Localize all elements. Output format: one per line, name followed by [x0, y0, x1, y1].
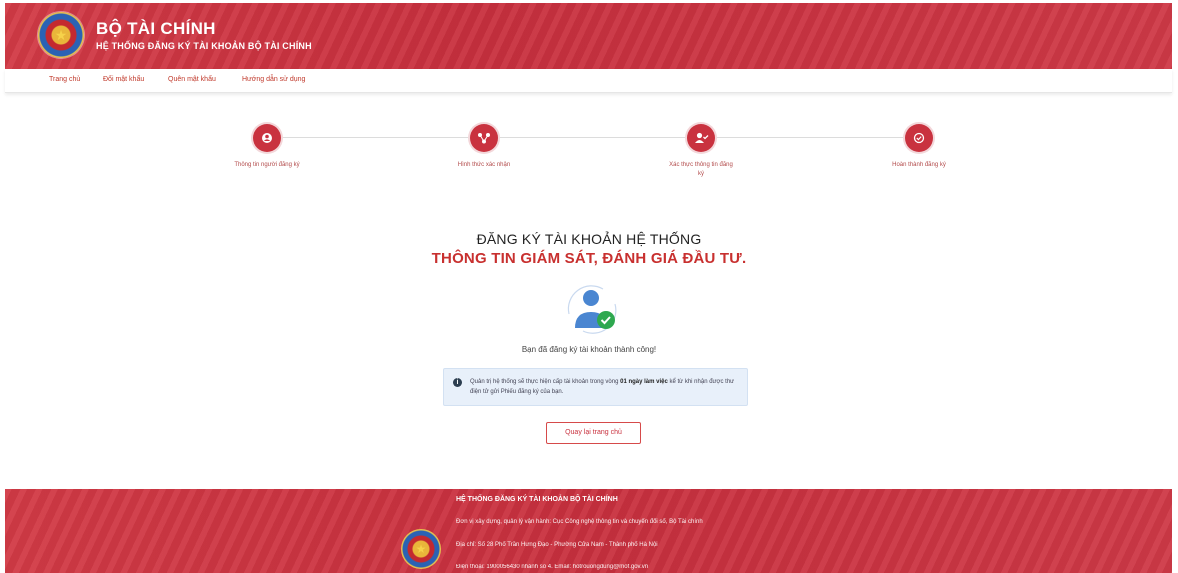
site-footer: ★ HỆ THỐNG ĐĂNG KÝ TÀI KHOẢN BỘ TÀI CHÍN… [5, 489, 1172, 573]
notice-text: Quản trị hệ thống sẽ thực hiện cấp tài k… [470, 379, 735, 395]
footer-address: Địa chỉ: Số 28 Phố Trần Hưng Đạo - Phườn… [456, 542, 658, 548]
share-icon [470, 124, 498, 152]
info-notice: i Quản trị hệ thống sẽ thực hiện cấp tài… [443, 368, 748, 406]
nav-item-change-password[interactable]: Đổi mật khẩu [103, 76, 144, 83]
user-check-icon [687, 124, 715, 152]
step-label: Hoàn thành đăng ký [892, 162, 946, 168]
nav-item-home[interactable]: Trang chủ [49, 76, 80, 83]
info-icon: i [453, 378, 462, 387]
footer-contact: Điện thoại: 1900056430 nhánh số 4. Email… [456, 564, 649, 570]
success-message: Bạn đã đăng ký tài khoản thành công! [521, 345, 657, 354]
national-emblem-icon: ★ [401, 529, 441, 569]
check-circle-icon [905, 124, 933, 152]
user-icon [253, 124, 281, 152]
nav-item-user-guide[interactable]: Hướng dẫn sử dụng [242, 76, 305, 83]
notice-emphasis: 01 ngày làm việc [620, 379, 668, 385]
footer-operator: Đơn vị xây dựng, quản lý vận hành: Cục C… [456, 519, 703, 525]
site-title[interactable]: BỘ TÀI CHÍNH [96, 19, 216, 39]
step-confirmation-method: Hình thức xác nhận [424, 124, 544, 170]
step-label: Xác thực thông tin đăng ký [669, 162, 733, 177]
footer-title: HỆ THỐNG ĐĂNG KÝ TÀI KHOẢN BỘ TÀI CHÍNH [456, 496, 618, 503]
page-title: ĐĂNG KÝ TÀI KHOẢN HỆ THỐNG [476, 231, 702, 247]
main-nav: Trang chủ Đổi mật khẩu Quên mật khẩu Hướ… [5, 69, 1172, 93]
site-header: ★ BỘ TÀI CHÍNH HỆ THỐNG ĐĂNG KÝ TÀI KHOẢ… [5, 3, 1172, 69]
stepper-connector [266, 137, 921, 138]
page-subtitle: THÔNG TIN GIÁM SÁT, ĐÁNH GIÁ ĐẦU TƯ. [431, 250, 747, 267]
site-subtitle: HỆ THỐNG ĐĂNG KÝ TÀI KHOẢN BỘ TÀI CHÍNH [96, 41, 312, 51]
step-label: Thông tin người đăng ký [234, 162, 300, 168]
step-label: Hình thức xác nhận [457, 162, 511, 168]
step-verify-info: Xác thực thông tin đăng ký [641, 124, 761, 179]
step-complete: Hoàn thành đăng ký [859, 124, 979, 170]
back-to-home-button[interactable]: Quay lại trang chủ [546, 422, 641, 444]
nav-item-forgot-password[interactable]: Quên mật khẩu [168, 76, 216, 83]
step-registrant-info: Thông tin người đăng ký [207, 124, 327, 170]
national-emblem-icon[interactable]: ★ [38, 12, 84, 58]
user-verified-icon [563, 284, 621, 334]
